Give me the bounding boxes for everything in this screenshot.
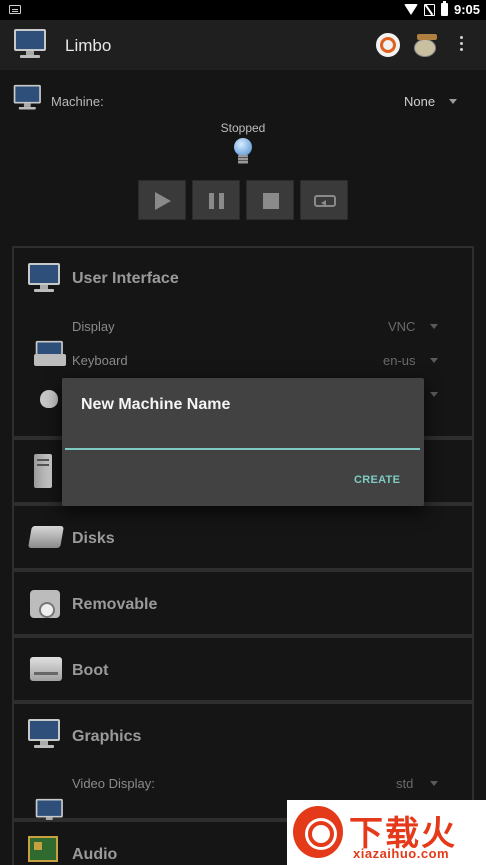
watermark-logo-icon xyxy=(293,806,343,858)
dialog-title: New Machine Name xyxy=(81,396,231,413)
removable-icon xyxy=(30,590,60,618)
graphics-icon xyxy=(26,718,62,750)
video-display-select[interactable]: std xyxy=(396,776,413,791)
overflow-menu-icon[interactable] xyxy=(456,36,466,56)
section-title-graphics: Graphics xyxy=(72,728,142,745)
status-icons: 9:05 xyxy=(403,1,480,17)
restart-button[interactable] xyxy=(300,180,348,220)
watermark-url: xiazaihuo.com xyxy=(353,846,450,861)
keyboard-notification-icon xyxy=(9,5,21,14)
machine-name-input[interactable] xyxy=(65,424,420,450)
section-title-boot: Boot xyxy=(72,662,109,679)
app-title: Limbo xyxy=(65,36,112,55)
keyboard-select[interactable]: en-us xyxy=(383,353,416,368)
section-title-removable: Removable xyxy=(72,596,158,613)
section-title-user-interface: User Interface xyxy=(72,270,179,287)
pause-button[interactable] xyxy=(192,180,240,220)
status-bulb-icon xyxy=(233,138,253,168)
machine-dropdown-icon[interactable] xyxy=(449,99,457,104)
display-label: Display xyxy=(72,319,115,334)
keyboard-label: Keyboard xyxy=(72,353,128,368)
section-title-disks: Disks xyxy=(72,530,115,547)
section-removable[interactable]: Removable xyxy=(12,570,474,636)
play-icon xyxy=(155,192,171,210)
restart-icon xyxy=(314,195,336,207)
status-bar: 9:05 xyxy=(0,0,486,20)
no-sim-icon xyxy=(423,3,435,16)
display-select[interactable]: VNC xyxy=(388,319,415,334)
app-bar: Limbo xyxy=(0,20,486,70)
user-interface-icon xyxy=(26,262,62,294)
machine-select[interactable]: None xyxy=(404,94,435,109)
watermark: 下载火 xiazaihuo.com xyxy=(287,800,486,865)
wifi-icon xyxy=(403,4,418,15)
new-machine-dialog: New Machine Name CREATE xyxy=(62,378,424,506)
mouse-dropdown-icon[interactable] xyxy=(430,392,438,397)
section-title-audio: Audio xyxy=(72,846,118,863)
keyboard-dropdown-icon[interactable] xyxy=(430,358,438,363)
help-lifebuoy-icon[interactable] xyxy=(376,33,400,57)
machine-icon xyxy=(12,84,43,111)
start-button[interactable] xyxy=(138,180,186,220)
stop-icon xyxy=(263,193,279,209)
section-disks[interactable]: Disks xyxy=(12,504,474,570)
app-logo-icon xyxy=(12,28,48,60)
pause-icon xyxy=(209,193,214,209)
battery-icon xyxy=(440,1,448,16)
create-button[interactable]: CREATE xyxy=(354,474,400,486)
section-boot[interactable]: Boot xyxy=(12,636,474,702)
cpu-tower-icon xyxy=(34,454,52,488)
video-display-dropdown-icon[interactable] xyxy=(430,781,438,786)
disks-icon xyxy=(28,526,64,548)
machine-label: Machine: xyxy=(51,94,104,109)
status-time: 9:05 xyxy=(453,2,480,17)
mouse-icon xyxy=(40,390,58,408)
disc-install-icon[interactable] xyxy=(414,32,439,58)
keyboard-icon xyxy=(34,354,66,366)
stop-button[interactable] xyxy=(246,180,294,220)
display-dropdown-icon[interactable] xyxy=(430,324,438,329)
video-display-label: Video Display: xyxy=(72,776,155,791)
boot-icon xyxy=(30,657,62,681)
audio-card-icon xyxy=(28,836,58,862)
vm-status: Stopped xyxy=(220,121,266,135)
